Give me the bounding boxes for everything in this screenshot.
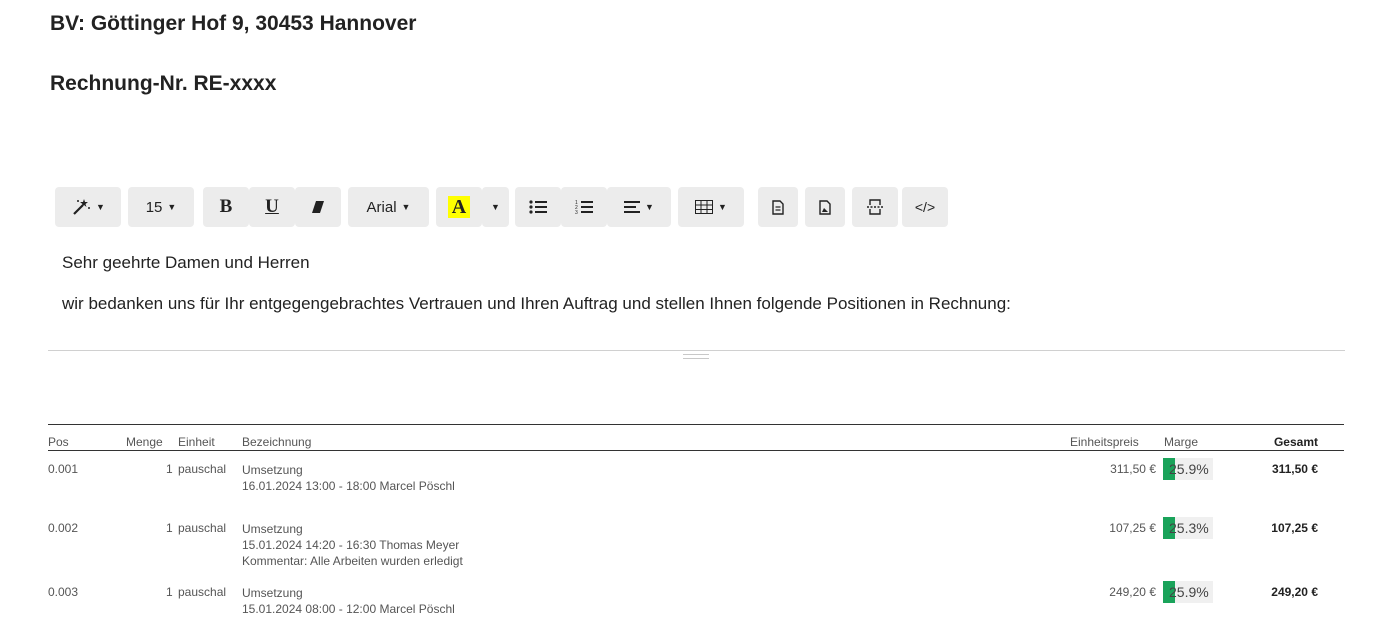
code-view-button[interactable]: </> [902,187,948,227]
header-bezeichnung: Bezeichnung [242,435,312,449]
marge-bar: 25.3% [1163,517,1213,539]
header-menge: Menge [126,435,163,449]
row-description-line: Umsetzung [242,522,303,536]
row-description-line: 15.01.2024 14:20 - 16:30 Thomas Meyer [242,538,460,552]
font-size-dropdown[interactable]: 15 ▼ [128,187,194,227]
eraser-icon [312,201,324,213]
row-bezeichnung: Umsetzung 15.01.2024 14:20 - 16:30 Thoma… [242,521,463,569]
row-menge: 1 [166,585,173,599]
editor-divider [48,350,1345,351]
align-icon [624,201,641,213]
header-pos: Pos [48,435,69,449]
greeting-text: Sehr geehrte Damen und Herren [62,253,310,272]
row-comment: Kommentar: Alle Arbeiten wurden erledigt [242,554,463,568]
underline-button[interactable]: U [249,187,295,227]
marge-bar: 25.9% [1163,458,1213,480]
intro-text: wir bedanken uns für Ihr entgegengebrach… [62,294,1011,313]
row-einheit: pauschal [178,521,227,535]
marge-value: 25.9% [1169,461,1209,477]
row-pos: 0.002 [48,521,79,535]
image-document-icon [819,199,831,215]
row-gesamt: 107,25 € [1271,521,1318,535]
color-a-icon: A [447,196,471,218]
row-bezeichnung: Umsetzung 16.01.2024 13:00 - 18:00 Marce… [242,462,455,494]
row-description-line: Umsetzung [242,463,303,477]
table-icon [695,200,714,214]
row-einheit: pauschal [178,462,227,476]
row-einheitspreis: 107,25 € [1109,521,1156,535]
numbered-list-icon: 1 2 3 [575,200,593,215]
image-document-button[interactable] [805,187,845,227]
font-family-dropdown[interactable]: Arial ▼ [348,187,429,227]
clear-format-button[interactable] [295,187,341,227]
row-description-line: 15.01.2024 08:00 - 12:00 Marcel Pöschl [242,602,455,616]
row-description-line: Umsetzung [242,586,303,600]
row-gesamt: 249,20 € [1271,585,1318,599]
header-einheitspreis: Einheitspreis [1070,435,1139,449]
font-family-value: Arial [366,198,397,216]
magic-wand-icon [73,199,91,215]
bullet-list-icon [529,200,547,214]
row-marge: 25.3% [1163,517,1213,539]
unordered-list-button[interactable] [515,187,561,227]
ordered-list-button[interactable]: 1 2 3 [561,187,607,227]
editor-resize-handle[interactable] [683,354,709,359]
marge-value: 25.3% [1169,520,1209,536]
row-einheitspreis: 249,20 € [1109,585,1156,599]
invoice-number: Rechnung-Nr. RE-xxxx [50,72,277,95]
document-button[interactable] [758,187,798,227]
document-title: BV: Göttinger Hof 9, 30453 Hannover [50,12,417,35]
row-pos: 0.001 [48,462,79,476]
text-color-button[interactable]: A [436,187,482,227]
row-marge: 25.9% [1163,458,1213,480]
header-marge: Marge [1164,435,1199,449]
row-description-line: 16.01.2024 13:00 - 18:00 Marcel Pöschl [242,479,455,493]
header-gesamt: Gesamt [1273,435,1318,449]
text-color-dropdown[interactable]: ▼ [482,187,509,227]
row-einheit: pauschal [178,585,227,599]
row-gesamt: 311,50 € [1271,462,1318,476]
row-menge: 1 [166,521,173,535]
marge-bar: 25.9% [1163,581,1213,603]
row-marge: 25.9% [1163,581,1213,603]
header-einheit: Einheit [178,435,215,449]
page-break-icon [867,199,883,215]
row-menge: 1 [166,462,173,476]
font-size-value: 15 [145,198,163,216]
table-header: Pos Menge Einheit Bezeichnung Einheitspr… [48,424,1344,451]
page-break-button[interactable] [852,187,898,227]
svg-text:3: 3 [575,210,578,215]
document-icon [772,199,784,215]
row-pos: 0.003 [48,585,79,599]
paragraph-align-dropdown[interactable]: ▼ [607,187,671,227]
marge-value: 25.9% [1169,584,1209,600]
table-dropdown[interactable]: ▼ [678,187,744,227]
style-magic-button[interactable]: ▼ [55,187,121,227]
bold-button[interactable]: B [203,187,249,227]
row-bezeichnung: Umsetzung 15.01.2024 08:00 - 12:00 Marce… [242,585,455,617]
row-einheitspreis: 311,50 € [1110,462,1156,476]
